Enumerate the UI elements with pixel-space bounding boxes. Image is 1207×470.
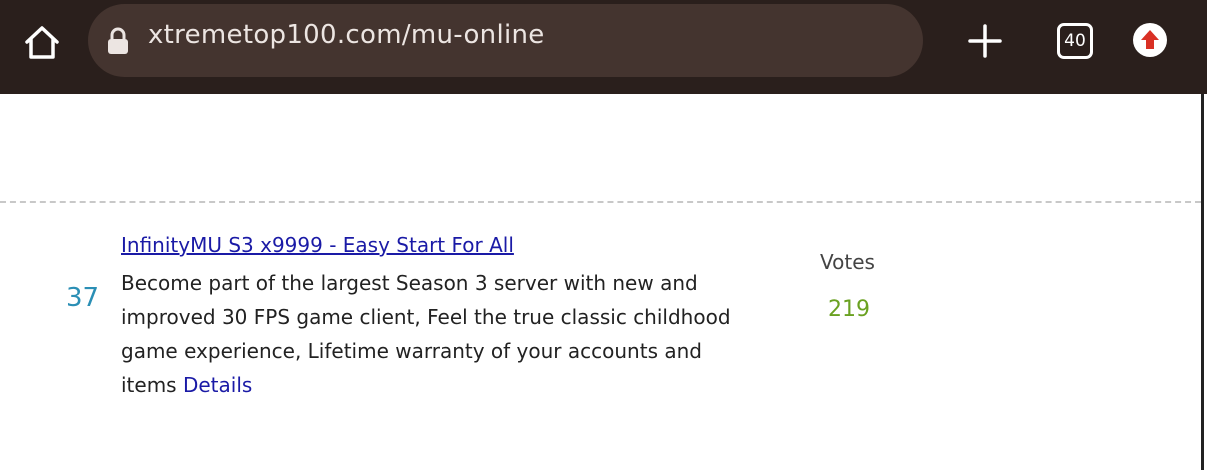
home-icon xyxy=(25,26,59,59)
server-rank: 37 xyxy=(66,283,100,313)
update-button[interactable] xyxy=(1133,23,1167,57)
tab-count: 40 xyxy=(1064,31,1086,51)
url-text[interactable]: xtremetop100.com/mu-online xyxy=(148,20,545,50)
home-button[interactable] xyxy=(18,18,66,66)
votes-count: 219 xyxy=(828,297,870,322)
server-description: Become part of the largest Season 3 serv… xyxy=(121,266,761,402)
votes-label: Votes xyxy=(820,250,875,274)
server-title-link[interactable]: InfinityMU S3 x9999 - Easy Start For All xyxy=(121,233,514,257)
new-tab-button[interactable] xyxy=(962,18,1008,64)
upload-arrow-icon xyxy=(1141,30,1159,49)
page-edge xyxy=(1201,94,1204,470)
lock-icon xyxy=(108,27,128,54)
tab-switcher-button[interactable]: 40 xyxy=(1057,23,1093,59)
browser-toolbar: xtremetop100.com/mu-online 40 xyxy=(0,0,1207,94)
details-link[interactable]: Details xyxy=(183,373,252,397)
listing-divider xyxy=(0,201,1201,203)
plus-icon xyxy=(968,24,1002,58)
address-bar[interactable]: xtremetop100.com/mu-online xyxy=(88,4,923,77)
